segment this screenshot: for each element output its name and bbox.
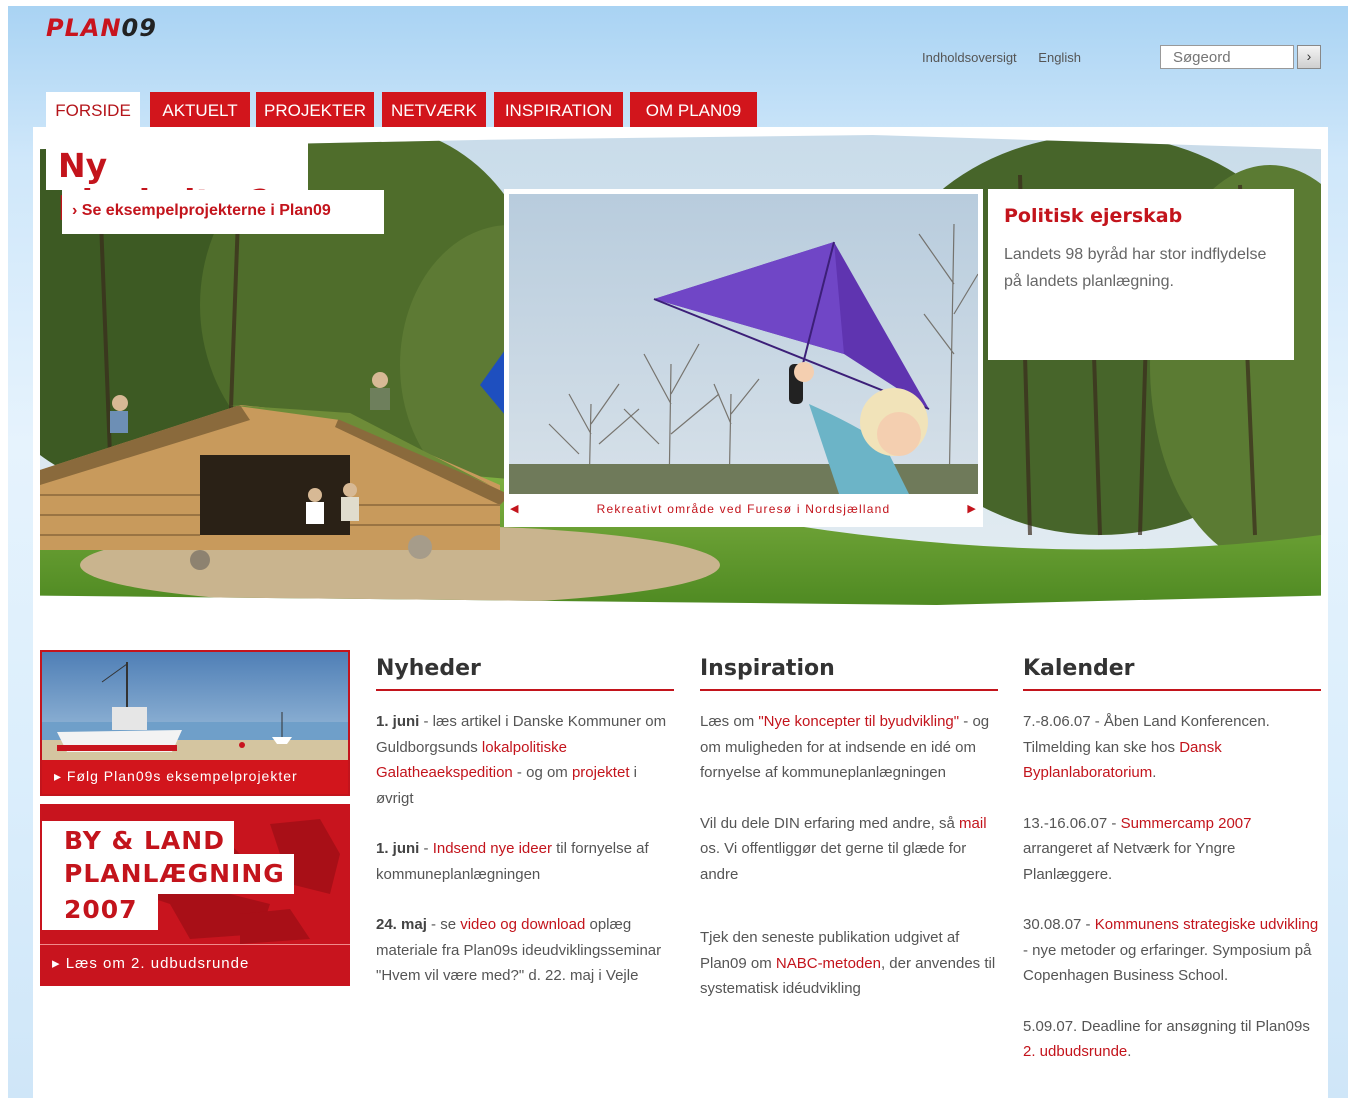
next-slide-arrow-icon[interactable]: ▶: [967, 495, 977, 523]
promo1-label: Følg Plan09s eksempelprojekter: [66, 768, 298, 784]
prev-slide-arrow-icon[interactable]: ◀: [510, 495, 520, 523]
inspiration-item: Tjek den seneste publikation udgivet af …: [700, 929, 996, 997]
logo-number: 09: [121, 14, 157, 42]
tab-projekter[interactable]: PROJEKTER: [256, 92, 374, 128]
search-input[interactable]: [1160, 45, 1294, 69]
promo-eksempelprojekter[interactable]: ▸ Følg Plan09s eksempelprojekter: [40, 650, 350, 796]
inspiration-column: Inspiration Læs om "Nye koncepter til by…: [700, 656, 998, 1027]
inspiration-link-nye-koncepter[interactable]: "Nye koncepter til byudvikling": [758, 713, 959, 730]
inspiration-item: Vil du dele DIN erfaring med andre, så m…: [700, 814, 987, 883]
link-english[interactable]: English: [1038, 50, 1081, 65]
search-submit-button[interactable]: ›: [1297, 45, 1321, 69]
promo2-label: Læs om 2. udbudsrunde: [65, 955, 250, 972]
bullet-arrow-icon: ▸: [52, 955, 66, 972]
logo-text: PLAN: [46, 14, 122, 42]
promo-link-udbudsrunde[interactable]: ▸ Læs om 2. udbudsrunde: [40, 944, 350, 984]
news-date: 24. maj: [376, 916, 427, 933]
news-date: 1. juni: [376, 713, 420, 730]
promo2-title-line2: PLANLÆGNING: [42, 854, 294, 894]
promo-link-eksempelprojekter[interactable]: ▸ Følg Plan09s eksempelprojekter: [42, 760, 348, 794]
top-links: Indholdsoversigt English: [922, 50, 1099, 65]
news-link-video-download[interactable]: video og download: [460, 916, 585, 933]
promo2-title-line3: 2007: [42, 890, 158, 930]
hero-link-eksempelprojekter[interactable]: › Se eksempelprojekterne i Plan09: [62, 190, 384, 234]
calendar-link-udbudsrunde[interactable]: 2. udbudsrunde: [1023, 1043, 1127, 1060]
inspiration-link-nabc[interactable]: NABC-metoden: [776, 955, 881, 972]
kite-photo: [509, 194, 978, 494]
news-column: Nyheder 1. juni - læs artikel i Danske K…: [376, 656, 674, 1014]
link-indholdsoversigt[interactable]: Indholdsoversigt: [922, 50, 1017, 65]
news-link-projektet[interactable]: projektet: [572, 764, 630, 781]
calendar-column: Kalender 7.-8.06.07 - Åben Land Konferen…: [1023, 656, 1321, 1090]
calendar-item: 7.-8.06.07 - Åben Land Konferencen. Tilm…: [1023, 713, 1270, 781]
calendar-link-summercamp[interactable]: Summercamp 2007: [1121, 815, 1252, 832]
info-box-title: Politisk ejerskab: [1004, 205, 1183, 227]
inspiration-heading: Inspiration: [700, 656, 998, 691]
inspiration-item: Læs om "Nye koncepter til byudvikling" -…: [700, 713, 990, 781]
bullet-arrow-icon: ▸: [54, 768, 67, 784]
calendar-item: 30.08.07 - Kommunens strategiske udvikli…: [1023, 916, 1319, 984]
slide-caption: Rekreativt område ved Furesø i Nordsjæll…: [596, 502, 891, 516]
inspiration-link-mail[interactable]: mail: [959, 815, 987, 832]
fishing-boat-photo: [42, 652, 348, 760]
tab-aktuelt[interactable]: AKTUELT: [150, 92, 250, 128]
tab-netvaerk[interactable]: NETVÆRK: [382, 92, 486, 128]
tab-forside[interactable]: FORSIDE: [46, 92, 140, 128]
slideshow-caption-bar: ◀ Rekreativt område ved Furesø i Nordsjæ…: [504, 495, 983, 523]
news-item: 1. juni - Indsend nye ideer til fornyels…: [376, 840, 649, 883]
kite-child-image: [509, 194, 978, 494]
news-item: 24. maj - se video og download oplæg mat…: [376, 916, 662, 984]
tab-inspiration[interactable]: INSPIRATION: [494, 92, 623, 128]
plan09-logo[interactable]: PLAN09: [46, 14, 157, 42]
calendar-item: 13.-16.06.07 - Summercamp 2007 arrangere…: [1023, 814, 1252, 883]
hero-title: Ny plankultur?: [46, 142, 308, 220]
tab-om-plan09[interactable]: OM PLAN09: [630, 92, 757, 128]
news-date: 1. juni: [376, 840, 420, 857]
calendar-heading: Kalender: [1023, 656, 1321, 691]
news-heading: Nyheder: [376, 656, 674, 691]
calendar-link-strategiske-udvikling[interactable]: Kommunens strategiske udvikling: [1095, 916, 1318, 933]
hero-slideshow: ◀ Rekreativt område ved Furesø i Nordsjæ…: [504, 189, 983, 527]
hero-info-box[interactable]: Politisk ejerskab Landets 98 byråd har s…: [988, 189, 1294, 360]
info-box-text: Landets 98 byråd har stor indflydelse på…: [1004, 246, 1267, 290]
calendar-item: 5.09.07. Deadline for ansøgning til Plan…: [1023, 1017, 1310, 1061]
news-item: 1. juni - læs artikel i Danske Kommuner …: [376, 713, 667, 807]
promo-by-og-land-planlaegning[interactable]: BY & LAND PLANLÆGNING 2007 ▸ Læs om 2. u…: [40, 804, 350, 986]
news-link-indsend-ideer[interactable]: Indsend nye ideer: [433, 840, 552, 857]
